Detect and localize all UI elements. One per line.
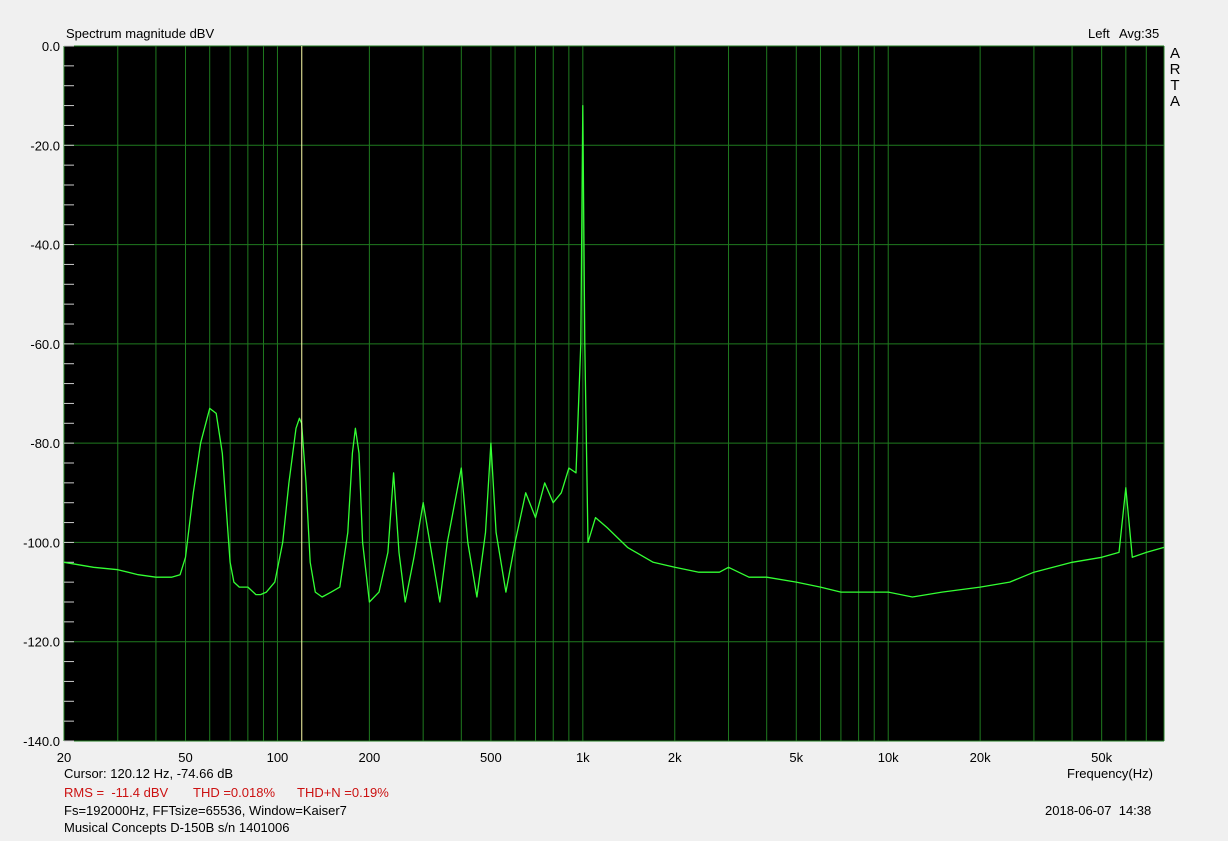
x-tick-label: 500 <box>480 750 502 765</box>
spectrum-chart: 0.0 -20.0 -40.0 -60.0 -80.0 -100.0 -120.0 -140.… <box>23 39 1165 765</box>
x-tick-label: 200 <box>359 750 381 765</box>
logo-letter: T <box>1170 77 1180 94</box>
logo-letter: A <box>1169 45 1180 62</box>
y-tick-label: -40.0 <box>30 238 60 253</box>
fft-info: Fs=192000Hz, FFTsize=65536, Window=Kaise… <box>64 803 347 818</box>
x-tick-label: 50 <box>178 750 192 765</box>
x-tick-label: 1k <box>576 750 590 765</box>
y-tick-label: -120.0 <box>23 635 60 650</box>
averaging-label: Avg:35 <box>1119 26 1160 41</box>
y-tick-labels: 0.0 -20.0 -40.0 -60.0 -80.0 -100.0 -120.0 -140.… <box>23 39 60 749</box>
thd-readout: THD =0.018% <box>193 785 276 800</box>
y-tick-label: 0.0 <box>42 39 60 54</box>
y-tick-label: -100.0 <box>23 535 60 550</box>
chart-title: Spectrum magnitude dBV <box>66 26 215 41</box>
arta-logo: A R T A <box>1169 46 1181 110</box>
x-tick-labels: 20 50 100 200 500 1k 2k 5k 10k 20k 50k <box>57 750 1113 765</box>
y-tick-label: -80.0 <box>30 436 60 451</box>
y-tick-label: -140.0 <box>23 734 60 749</box>
x-tick-label: 20k <box>970 750 991 765</box>
y-tick-label: -20.0 <box>30 138 60 153</box>
device-label: Musical Concepts D-150B s/n 1401006 <box>64 820 290 835</box>
plot-area[interactable] <box>64 46 1164 741</box>
rms-readout: RMS = -11.4 dBV <box>64 785 169 800</box>
x-tick-label: 2k <box>668 750 682 765</box>
x-tick-label: 20 <box>57 750 71 765</box>
timestamp: 2018-06-07 14:38 <box>1045 803 1152 818</box>
logo-letter: A <box>1169 93 1180 110</box>
thdn-readout: THD+N =0.19% <box>297 785 389 800</box>
x-axis-label: Frequency(Hz) <box>1067 766 1153 781</box>
y-tick-label: -60.0 <box>30 337 60 352</box>
x-tick-label: 10k <box>878 750 899 765</box>
channel-label: Left <box>1088 26 1110 41</box>
x-tick-label: 5k <box>789 750 803 765</box>
x-tick-label: 100 <box>267 750 289 765</box>
logo-letter: R <box>1169 61 1181 78</box>
x-tick-label: 50k <box>1091 750 1112 765</box>
cursor-readout: Cursor: 120.12 Hz, -74.66 dB <box>64 766 234 781</box>
